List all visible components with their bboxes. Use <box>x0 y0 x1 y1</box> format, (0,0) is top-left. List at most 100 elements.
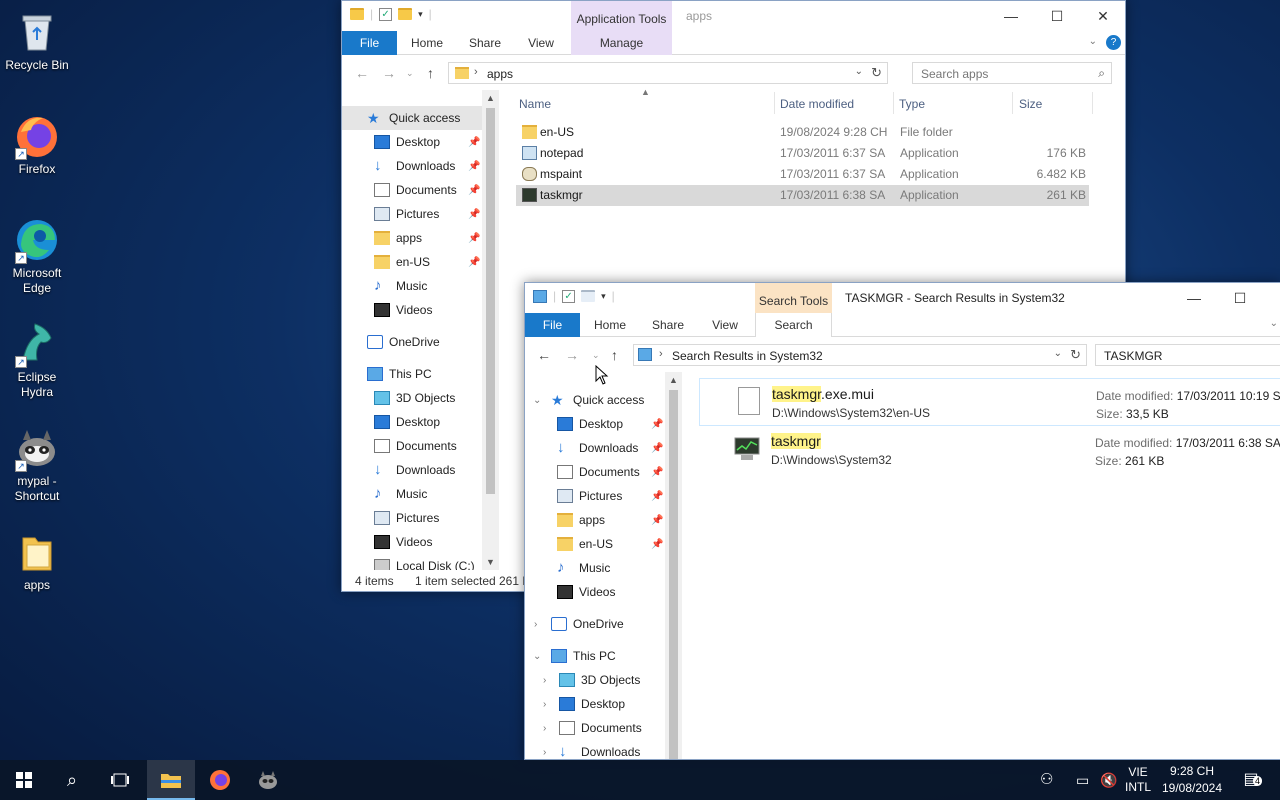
tab-view[interactable]: View <box>518 31 564 55</box>
action-center-button[interactable]: ▤ 4 <box>1236 760 1266 800</box>
column-date-modified[interactable]: Date modified <box>780 97 854 111</box>
tab-view[interactable]: View <box>702 313 748 337</box>
title-bar[interactable]: | ✓ ▾ | Search Tools TASKMGR - Search Re… <box>525 283 1280 337</box>
network-icon[interactable]: ▭ <box>1076 760 1089 800</box>
nav-pc-music[interactable]: ♪ Music <box>342 482 482 506</box>
nav-pc-documents[interactable]: Documents <box>342 434 482 458</box>
recent-locations-chevron-icon[interactable]: ⌄ <box>592 350 600 361</box>
tab-search[interactable]: Search <box>755 313 832 337</box>
people-icon[interactable]: ⚇ <box>1040 760 1053 800</box>
input-language-indicator[interactable]: VIE INTL <box>1124 760 1152 800</box>
clock[interactable]: 9:28 CH 19/08/2024 <box>1158 760 1226 800</box>
nav-pc-desktop[interactable]: › Desktop <box>525 692 665 716</box>
nav-3d-objects[interactable]: 3D Objects <box>342 386 482 410</box>
column-name[interactable]: Name <box>519 97 551 111</box>
scroll-thumb[interactable] <box>486 108 495 494</box>
desktop-icon-edge[interactable]: ↗ Microsoft Edge <box>0 216 74 296</box>
search-box[interactable]: TASKMGR <box>1095 344 1280 366</box>
chevron-down-icon[interactable]: ⌄ <box>1054 348 1062 359</box>
nav-videos[interactable]: Videos <box>525 580 665 604</box>
navigation-pane[interactable]: ★ Quick access Desktop 📌 ↓ Downloads 📌 Docum… <box>342 90 499 570</box>
taskbar-mypal[interactable] <box>244 760 292 800</box>
nav-scrollbar[interactable]: ▲ <box>665 372 682 759</box>
start-button[interactable] <box>0 760 48 800</box>
tab-file[interactable]: File <box>342 31 397 55</box>
tab-home[interactable]: Home <box>587 313 633 337</box>
chevron-right-icon[interactable]: › <box>543 699 546 710</box>
close-button[interactable]: ✕ <box>1080 1 1125 31</box>
chevron-down-icon[interactable]: ▾ <box>601 291 606 302</box>
nav-desktop[interactable]: Desktop 📌 <box>525 412 665 436</box>
chevron-right-icon[interactable]: › <box>543 675 546 686</box>
desktop-icon-mypal[interactable]: ↗ mypal - Shortcut <box>0 424 74 504</box>
column-separator[interactable] <box>1092 92 1093 114</box>
ribbon-expand-icon[interactable]: ⌄ <box>1270 318 1278 329</box>
nav-pc-desktop[interactable]: Desktop <box>342 410 482 434</box>
file-row-mspaint[interactable]: mspaint 17/03/2011 6:37 SA Application 6… <box>516 164 1089 185</box>
nav-en-us[interactable]: en-US 📌 <box>525 532 665 556</box>
nav-pc-downloads[interactable]: ↓ Downloads <box>342 458 482 482</box>
nav-local-disk[interactable]: Local Disk (C:) <box>342 554 482 570</box>
column-type[interactable]: Type <box>899 97 925 111</box>
nav-desktop[interactable]: Desktop 📌 <box>342 130 482 154</box>
nav-pc-documents[interactable]: › Documents <box>525 716 665 740</box>
scroll-up-icon[interactable]: ▲ <box>482 90 499 106</box>
nav-apps[interactable]: apps 📌 <box>342 226 482 250</box>
nav-pc-pictures[interactable]: Pictures <box>342 506 482 530</box>
address-field[interactable]: › apps ⌄ ↻ <box>448 62 888 84</box>
column-separator[interactable] <box>893 92 894 114</box>
tab-share[interactable]: Share <box>645 313 691 337</box>
new-folder-icon[interactable] <box>398 8 413 20</box>
volume-muted-icon[interactable]: 🔇 <box>1100 760 1117 800</box>
chevron-right-icon[interactable]: › <box>534 619 537 630</box>
up-button[interactable]: ↑ <box>611 347 618 363</box>
tab-home[interactable]: Home <box>404 31 450 55</box>
chevron-right-icon[interactable]: › <box>543 747 546 758</box>
taskbar-firefox[interactable] <box>196 760 244 800</box>
refresh-icon[interactable]: ↻ <box>871 65 882 81</box>
minimize-button[interactable]: — <box>1171 283 1217 313</box>
ribbon-expand-icon[interactable]: ⌄ <box>1089 36 1097 47</box>
help-icon[interactable]: ? <box>1106 35 1121 50</box>
search-result-row[interactable]: taskmgr.exe.mui D:\Windows\System32\en-U… <box>699 378 1280 426</box>
nav-music[interactable]: ♪ Music <box>525 556 665 580</box>
taskbar-file-explorer[interactable] <box>147 760 195 800</box>
desktop-icon-apps-folder[interactable]: apps <box>0 528 74 593</box>
scroll-thumb[interactable] <box>669 390 678 759</box>
navigation-pane[interactable]: ⌄ ★ Quick access Desktop 📌 ↓ Downloads 📌 Docu… <box>525 372 682 759</box>
desktop-icon-firefox[interactable]: ↗ Firefox <box>0 112 74 177</box>
nav-onedrive[interactable]: › OneDrive <box>525 612 665 636</box>
chevron-right-icon[interactable]: › <box>543 723 546 734</box>
up-button[interactable]: ↑ <box>427 65 434 81</box>
nav-3d-objects[interactable]: › 3D Objects <box>525 668 665 692</box>
title-bar[interactable]: | ✓ ▾ | Application Tools apps — ☐ ✕ <box>342 1 1125 55</box>
chevron-down-icon[interactable]: ⌄ <box>533 651 541 662</box>
nav-scrollbar[interactable]: ▲ ▼ <box>482 90 499 570</box>
nav-downloads[interactable]: ↓ Downloads 📌 <box>525 436 665 460</box>
maximize-button[interactable]: ☐ <box>1034 1 1080 31</box>
chevron-down-icon[interactable]: ⌄ <box>855 66 863 77</box>
maximize-button[interactable]: ☐ <box>1217 283 1263 313</box>
nav-documents[interactable]: Documents 📌 <box>342 178 482 202</box>
chevron-down-icon[interactable]: ▾ <box>418 9 423 20</box>
search-box[interactable]: Search apps ⌕ <box>912 62 1112 84</box>
desktop-icon-eclipse-hydra[interactable]: ↗ Eclipse Hydra <box>0 320 74 400</box>
tab-share[interactable]: Share <box>462 31 508 55</box>
chevron-down-icon[interactable]: ⌄ <box>533 395 541 406</box>
recent-locations-chevron-icon[interactable]: ⌄ <box>406 68 414 79</box>
nav-this-pc[interactable]: This PC <box>342 362 482 386</box>
desktop-icon-recycle-bin[interactable]: Recycle Bin <box>0 8 74 73</box>
nav-pictures[interactable]: Pictures 📌 <box>342 202 482 226</box>
new-folder-icon[interactable] <box>581 290 596 302</box>
column-size[interactable]: Size <box>1019 97 1042 111</box>
nav-downloads[interactable]: ↓ Downloads 📌 <box>342 154 482 178</box>
properties-icon[interactable]: ✓ <box>379 7 393 21</box>
column-separator[interactable] <box>1012 92 1013 114</box>
search-button[interactable]: ⌕ <box>48 760 96 800</box>
nav-documents[interactable]: Documents 📌 <box>525 460 665 484</box>
nav-music[interactable]: ♪ Music <box>342 274 482 298</box>
nav-quick-access[interactable]: ⌄ ★ Quick access <box>525 388 665 412</box>
column-separator[interactable] <box>774 92 775 114</box>
nav-quick-access[interactable]: ★ Quick access <box>342 106 482 130</box>
nav-en-us[interactable]: en-US 📌 <box>342 250 482 274</box>
